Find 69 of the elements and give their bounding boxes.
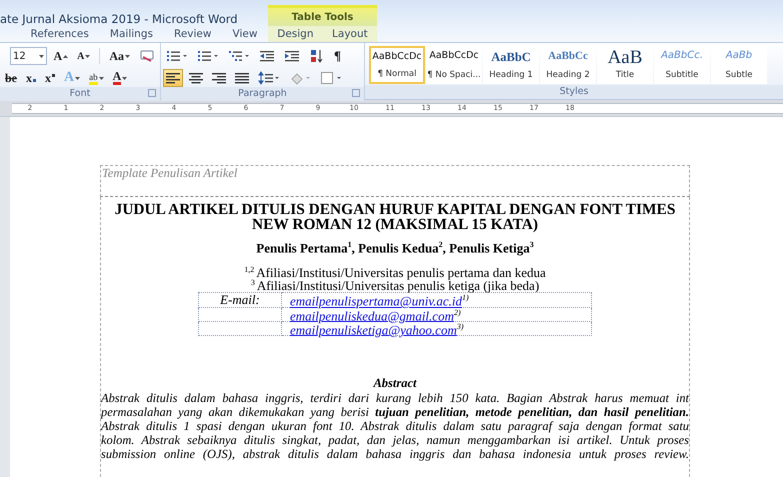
style-gallery-item[interactable]: AaBbCc. Subtitle	[654, 46, 710, 84]
toolbar-icon	[212, 71, 226, 85]
window-title: ate Jurnal Aksioma 2019 - Microsoft Word	[0, 12, 239, 26]
article-title: JUDUL ARTIKEL DITULIS DENGAN HURUF KAPITAL DENGAN FONT TIMES NEW ROMAN 12 (MAKSIMAL 15 KATA)	[114, 200, 676, 232]
toolbar-icon	[320, 71, 342, 85]
email-mark: 2)	[454, 308, 461, 317]
style-gallery-item[interactable]: AaBbCcDc ¶ No Spaci...	[426, 46, 482, 84]
subscript-button[interactable]: x	[23, 69, 39, 87]
abstract-line: Abstrak ditulis 1 spasi dengan ukuran font 10. Abstrak ditulis dalam satu paragraf saja dengan format satu	[101, 419, 689, 434]
abstract-line: permasalahan yang akan dikemukakan yang berisi tujuan penelitian, metode penelitian, dan hasil penelitian.	[101, 405, 689, 420]
style-gallery-item[interactable]: AaBb Subtle	[711, 46, 767, 84]
group-label: Font	[0, 87, 160, 101]
group-label: Styles	[365, 85, 783, 99]
caret-icon	[122, 76, 128, 80]
contextual-tab-group-label: Table Tools	[268, 5, 377, 26]
caret-icon	[125, 54, 130, 58]
ribbon-tab[interactable]: Mailings	[110, 28, 153, 40]
ribbon-tab[interactable]: Design	[277, 28, 314, 40]
email-mark: 1)	[462, 293, 469, 302]
abstract-heading: Abstract	[372, 376, 418, 392]
shrink-font-button[interactable]: A	[74, 47, 94, 65]
font-size-field[interactable]: 12	[10, 47, 48, 65]
group-label: Paragraph	[161, 87, 364, 101]
email-label: E-mail:	[220, 292, 260, 307]
style-gallery-item[interactable]: AaB Title	[597, 46, 653, 84]
author-names: Penulis Pertama$^{1}$, Penulis Kedua$^{2}$, Penulis Ketiga$^{3}$	[255, 240, 535, 256]
affiliation-text: Afiliasi/Institusi/Universitas penulis pertama dan kedua	[256, 266, 546, 280]
toolbar-icon	[258, 71, 280, 85]
caret-icon	[85, 54, 90, 58]
ribbon-tab[interactable]: View	[232, 28, 258, 40]
affiliation-mark: 1,2	[244, 265, 254, 274]
toolbar-icon	[228, 49, 250, 63]
ribbon-tab[interactable]: References	[30, 28, 89, 40]
affiliation-text: Afiliasi/Institusi/Universitas penulis ketiga (jika beda)	[256, 279, 540, 292]
toolbar-icon	[289, 71, 311, 85]
abstract-line: kolom. Abstrak sebaiknya ditulis singkat, padat, dan jelas, namun menggambarkan isi artikel. Untuk proses	[101, 433, 689, 448]
toolbar-icon	[259, 49, 275, 63]
ribbon-tab[interactable]: Review	[174, 28, 212, 40]
toolbar-icon	[309, 49, 325, 63]
caret-icon	[75, 76, 80, 80]
style-gallery-item[interactable]: AaBbCc Heading 2	[540, 46, 596, 84]
toolbar-icon	[166, 71, 180, 85]
email-link[interactable]: emailpenuliskedua@gmail.com	[290, 308, 454, 323]
superscript-mark-icon	[52, 74, 55, 77]
caret-icon	[98, 76, 104, 80]
toolbar-icon	[235, 71, 249, 85]
email-link[interactable]: emailpenulisketiga@yahoo.com	[290, 322, 457, 338]
ribbon-tab[interactable]: Layout	[332, 28, 368, 40]
toolbar-icon	[166, 49, 188, 63]
affiliation-mark: 3	[250, 278, 255, 288]
align-left-button[interactable]	[163, 69, 183, 87]
superscript-button[interactable]: x	[42, 69, 58, 87]
show-formatting-button[interactable]: ¶	[331, 47, 344, 65]
change-case-button[interactable]: Aa	[106, 47, 133, 65]
style-gallery-item[interactable]: AaBbCcDc ¶ Normal	[369, 46, 425, 84]
grow-font-button[interactable]: A	[50, 47, 72, 65]
page-header: Template Penulisan Artikel	[100, 165, 690, 197]
strikethrough-button[interactable]: be	[2, 69, 20, 87]
toolbar-icon	[189, 71, 203, 85]
toolbar-icon	[284, 49, 300, 63]
abstract-line: Abstrak ditulis dalam bahasa inggris, terdiri dari kurang lebih 150 kata. Bagian Abstrak harus memuat int	[101, 391, 689, 406]
email-mark: 3)	[456, 322, 464, 331]
style-gallery-item[interactable]: AaBbC Heading 1	[483, 46, 539, 84]
subscript-mark-icon	[33, 79, 36, 82]
abstract-line: submission online (OJS), abstrak ditulis dalam bahasa inggris dan bahasa indonesia untuk proses review.	[101, 447, 689, 462]
caret-icon	[63, 54, 68, 58]
email-link[interactable]: emailpenulispertama@univ.ac.id	[290, 294, 462, 309]
toolbar-icon	[197, 49, 219, 63]
caret-icon	[39, 54, 44, 58]
